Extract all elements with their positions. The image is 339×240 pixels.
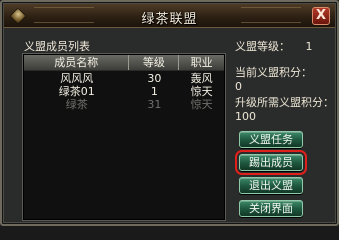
member-row[interactable]: 绿茶01 1 惊天 [24, 85, 224, 98]
member-class: 轰风 [190, 72, 213, 85]
alliance-level-label: 义盟等级： [235, 40, 290, 53]
alliance-level-line: 义盟等级： 1 [235, 40, 335, 54]
member-name: 绿茶01 [58, 85, 95, 98]
window-title: 绿茶联盟 [141, 12, 198, 27]
kick-member-button[interactable]: 踢出成员 [235, 150, 307, 175]
current-points-value: 0 [235, 80, 242, 93]
column-header-level[interactable]: 等级 [129, 55, 180, 70]
current-points-label: 当前义盟积分： [235, 66, 312, 79]
member-list-panel: 成员名称 等级 职业 风风风 30 轰风 绿茶01 1 惊天 绿茶 31 惊天 [22, 53, 226, 221]
alliance-quest-button[interactable]: 义盟任务 [239, 131, 303, 148]
upgrade-points-value: 100 [235, 110, 256, 123]
column-header-class[interactable]: 职业 [179, 55, 224, 70]
member-level: 30 [147, 72, 162, 85]
title-bar[interactable]: 绿茶联盟 X [4, 4, 335, 28]
member-name: 绿茶 [65, 98, 88, 111]
member-list-label: 义盟成员列表 [24, 40, 90, 53]
member-row[interactable]: 绿茶 31 惊天 [24, 98, 224, 111]
upgrade-points-label: 升级所需义盟积分： [235, 96, 334, 109]
close-ui-button[interactable]: 关闭界面 [239, 200, 303, 217]
member-class: 惊天 [190, 98, 213, 111]
alliance-stats: 义盟等级： 1 当前义盟积分： 0 升级所需义盟积分： 100 [235, 40, 335, 124]
leave-alliance-button[interactable]: 退出义盟 [239, 177, 303, 194]
alliance-level-value: 1 [305, 40, 313, 53]
alliance-window: 绿茶联盟 X 义盟成员列表 成员名称 等级 职业 风风风 30 轰风 绿茶01 … [0, 0, 339, 226]
column-header-name[interactable]: 成员名称 [24, 55, 130, 70]
member-list-body: 风风风 30 轰风 绿茶01 1 惊天 绿茶 31 惊天 [24, 72, 224, 111]
member-level: 1 [150, 85, 158, 98]
member-class: 惊天 [190, 85, 213, 98]
member-level: 31 [147, 98, 162, 111]
member-row[interactable]: 风风风 30 轰风 [24, 72, 224, 85]
member-list-header: 成员名称 等级 职业 [24, 55, 224, 71]
member-name: 风风风 [60, 72, 94, 85]
close-icon[interactable]: X [312, 7, 330, 25]
